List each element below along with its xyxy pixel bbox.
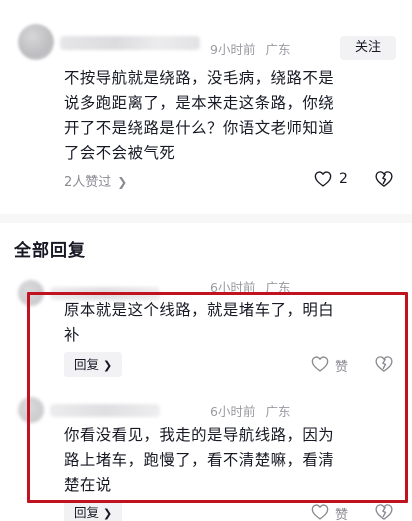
dislike-heart-icon[interactable] [375, 355, 393, 373]
section-divider [0, 214, 412, 223]
chevron-right-icon: ❯ [103, 359, 113, 372]
heart-icon[interactable] [311, 356, 329, 372]
reply-line: 路上堵车，跑慢了，看不清楚嘛，看清 [64, 451, 335, 469]
section-title: 全部回复 [14, 241, 86, 261]
like-label[interactable]: 赞 [335, 504, 348, 521]
reply-location: 广东 [265, 404, 291, 419]
heart-icon[interactable] [311, 504, 329, 520]
reply-time: 6小时前 [210, 404, 256, 419]
comment-line: 说多跑距离了，是本来走这条路，你绕 [64, 94, 335, 112]
comment-line: 开了不是绕路是什么？你语文老师知道 [64, 119, 335, 137]
reply-body: 你看没看见，我走的是导航线路，因为 路上堵车，跑慢了，看不清楚嘛，看清 楚在说 [64, 423, 400, 498]
reply-body: 原本就是这个线路，就是堵车了，明白 补 [64, 298, 400, 348]
reply-meta: 6小时前 广东 [210, 277, 290, 296]
reply-name-blurred[interactable] [50, 404, 160, 417]
heart-icon[interactable] [314, 171, 332, 187]
dislike-heart-icon[interactable] [375, 170, 393, 188]
comment-meta: 9小时前 广东 [210, 39, 290, 58]
reply-location: 广东 [265, 280, 291, 295]
reply-line: 楚在说 [64, 476, 112, 494]
comment-line: 不按导航就是绕路，没毛病，绕路不是 [64, 69, 335, 87]
reply-line: 原本就是这个线路，就是堵车了，明白 [64, 301, 335, 319]
chevron-right-icon: ❯ [117, 175, 128, 189]
commenter-avatar[interactable] [18, 24, 54, 60]
reply-avatar[interactable] [18, 397, 44, 423]
reply-button-label: 回复 [74, 505, 100, 520]
likers-label: 2人赞过 [64, 175, 112, 190]
like-count: 2 [339, 171, 348, 187]
dislike-heart-icon[interactable] [375, 503, 393, 521]
comment-location: 广东 [265, 42, 291, 57]
reply-button-label: 回复 [74, 357, 100, 372]
comment-time: 9小时前 [210, 42, 256, 57]
likers-link[interactable]: 2人赞过 ❯ [64, 171, 127, 190]
commenter-name-blurred[interactable] [60, 36, 200, 50]
reply-time: 6小时前 [210, 280, 256, 295]
reply-meta: 6小时前 广东 [210, 401, 290, 420]
comment-body: 不按导航就是绕路，没毛病，绕路不是 说多跑距离了，是本来走这条路，你绕 开了不是… [64, 66, 404, 166]
reply-button[interactable]: 回复 ❯ [64, 500, 123, 521]
chevron-right-icon: ❯ [103, 507, 113, 520]
reply-line: 你看没看见，我走的是导航线路，因为 [64, 426, 335, 444]
reply-avatar[interactable] [18, 280, 44, 306]
comment-line: 了会不会被气死 [64, 144, 176, 162]
like-label[interactable]: 赞 [335, 356, 348, 375]
reply-line: 补 [64, 326, 80, 344]
follow-button[interactable]: 关注 [340, 36, 396, 60]
reply-button[interactable]: 回复 ❯ [64, 352, 123, 377]
